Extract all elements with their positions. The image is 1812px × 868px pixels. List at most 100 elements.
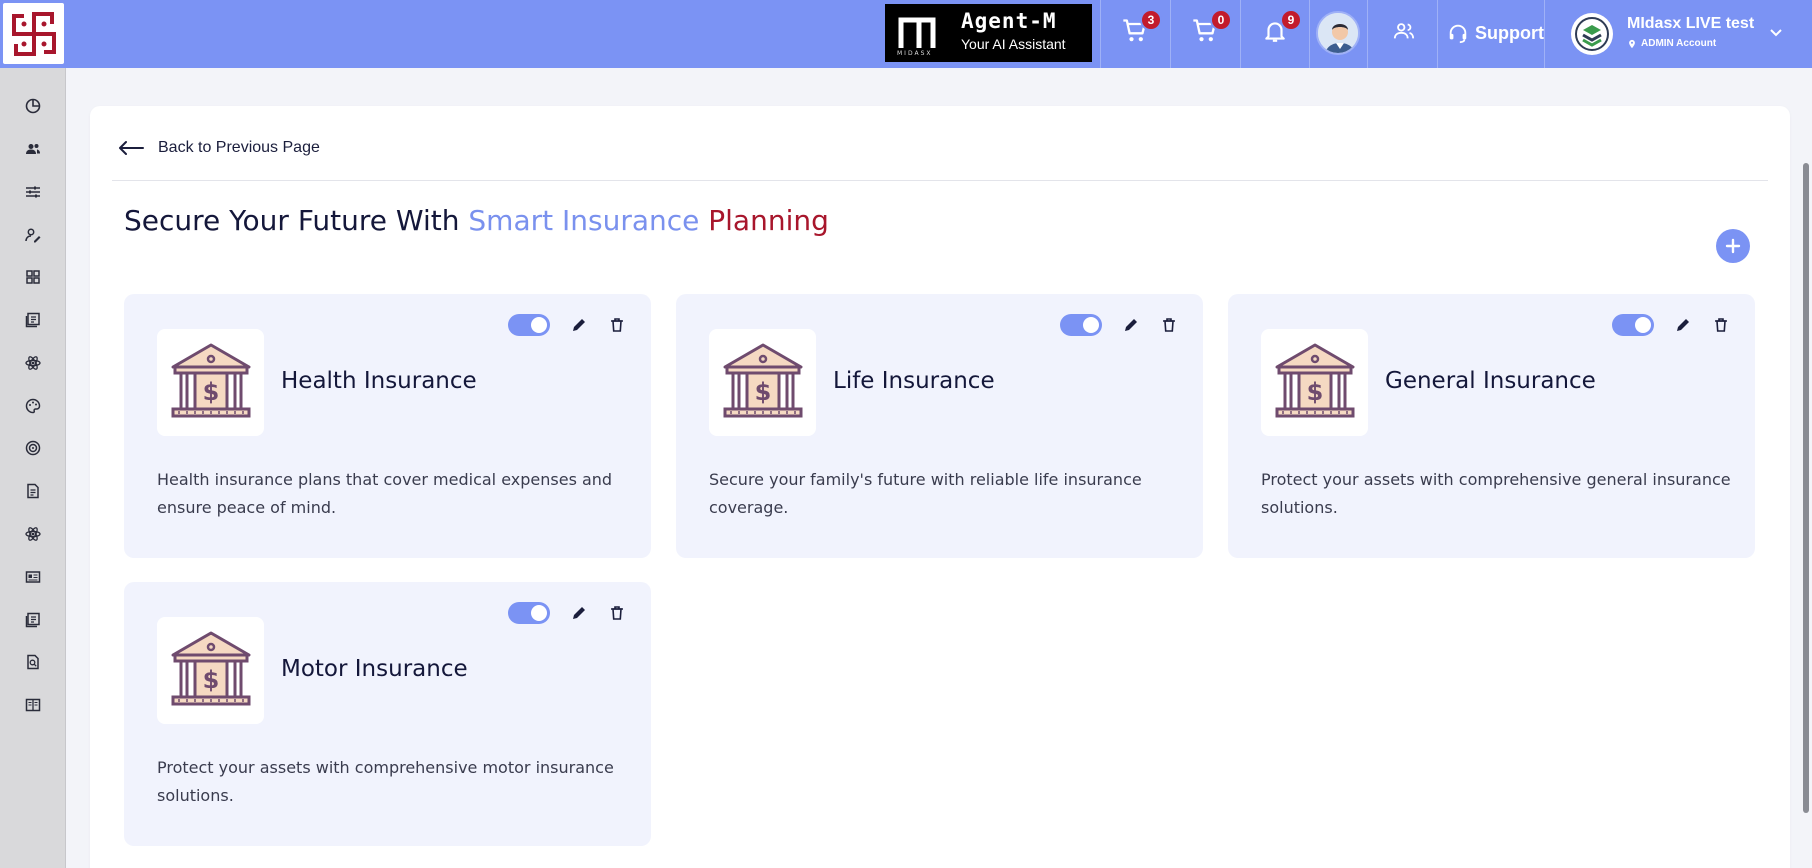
- account-logo[interactable]: [1571, 13, 1613, 55]
- cart-count-badge: 3: [1140, 9, 1162, 31]
- header-separator: [1170, 0, 1171, 68]
- card-title: Life Insurance: [833, 368, 995, 394]
- trash-icon: [611, 606, 623, 620]
- account-role-label: ADMIN Account: [1641, 38, 1717, 49]
- pencil-icon: [1125, 319, 1137, 331]
- header-separator: [1240, 0, 1241, 68]
- insurance-card-motor[interactable]: $ Motor Insurance Protect your assets wi…: [124, 582, 651, 846]
- sidebar-item-reports-2[interactable]: [21, 608, 45, 632]
- edit-button[interactable]: [1672, 314, 1694, 336]
- cart-button-2[interactable]: 0: [1188, 9, 1232, 48]
- enable-toggle[interactable]: [1612, 314, 1654, 336]
- cart-button[interactable]: 3: [1118, 9, 1162, 48]
- pencil-icon: [573, 319, 585, 331]
- header-separator: [1544, 0, 1545, 68]
- svg-text:$: $: [754, 378, 771, 406]
- insurance-card-life[interactable]: $ Life Insurance Secure your family's fu…: [676, 294, 1203, 558]
- bank-dollar-icon: $: [171, 631, 250, 705]
- bank-icon-tile: $: [157, 329, 264, 436]
- sidebar-item-theme[interactable]: [21, 394, 45, 418]
- user-avatar[interactable]: [1316, 11, 1360, 55]
- trash-icon: [1715, 318, 1727, 332]
- pie-chart-icon: [25, 98, 41, 114]
- midasx-mark-text: MIDASX: [897, 50, 933, 57]
- delete-button[interactable]: [1158, 314, 1180, 336]
- notifications-count-badge: 9: [1280, 9, 1302, 31]
- card-description: Protect your assets with comprehensive m…: [157, 758, 614, 805]
- sidebar-item-science[interactable]: [21, 351, 45, 375]
- sidebar-item-science-2[interactable]: [21, 522, 45, 546]
- agent-m-banner[interactable]: MIDASX Agent-M Your AI Assistant: [885, 4, 1092, 62]
- enable-toggle[interactable]: [508, 314, 550, 336]
- avatar-person-icon: [1318, 13, 1358, 53]
- users-icon: [26, 144, 40, 154]
- card-description: Protect your assets with comprehensive g…: [1261, 470, 1731, 517]
- headset-icon: [1449, 24, 1467, 44]
- sidebar-item-grid[interactable]: [21, 265, 45, 289]
- title-part-1: Secure Your Future With: [124, 204, 469, 237]
- bank-dollar-icon: $: [723, 343, 802, 417]
- book-icon: [25, 698, 41, 712]
- edit-button[interactable]: [568, 602, 590, 624]
- enable-toggle[interactable]: [1060, 314, 1102, 336]
- card-description: Health insurance plans that cover medica…: [157, 470, 613, 517]
- enable-toggle[interactable]: [508, 602, 550, 624]
- header-separator: [1437, 0, 1438, 68]
- add-insurance-button[interactable]: [1716, 229, 1750, 263]
- company-logo-icon: [1575, 17, 1609, 51]
- svg-text:$: $: [202, 378, 219, 406]
- card-title: Motor Insurance: [281, 656, 468, 682]
- back-button[interactable]: Back to Previous Page: [118, 136, 320, 160]
- user-edit-icon: [25, 228, 41, 243]
- sidebar-item-cards[interactable]: [21, 565, 45, 589]
- arrow-left-icon: [119, 141, 144, 155]
- sidebar-item-search-docs[interactable]: [21, 650, 45, 674]
- bank-icon-tile: $: [157, 617, 264, 724]
- insurance-card-general[interactable]: $ General Insurance Protect your assets …: [1228, 294, 1755, 558]
- title-part-3: Planning: [708, 204, 829, 237]
- sidebar-item-settings[interactable]: [21, 180, 45, 204]
- account-name[interactable]: MIdasx LIVE test: [1627, 15, 1754, 33]
- svg-text:$: $: [1306, 378, 1323, 406]
- delete-button[interactable]: [1710, 314, 1732, 336]
- plus-icon: [1725, 238, 1741, 254]
- support-label: Support: [1475, 22, 1544, 43]
- grid-icon: [26, 270, 40, 284]
- atom-icon: [25, 527, 41, 541]
- team-button[interactable]: [1387, 14, 1421, 48]
- header-separator: [1309, 0, 1310, 68]
- sidebar-item-profile[interactable]: [21, 223, 45, 247]
- midasx-mark-icon: [898, 17, 936, 48]
- edit-button[interactable]: [568, 314, 590, 336]
- report-icon: [25, 612, 40, 628]
- card-title: General Insurance: [1385, 368, 1596, 394]
- sidebar-item-library[interactable]: [21, 693, 45, 717]
- card-description: Secure your family's future with reliabl…: [709, 470, 1142, 517]
- edit-button[interactable]: [1120, 314, 1142, 336]
- trash-icon: [611, 318, 623, 332]
- delete-button[interactable]: [606, 314, 628, 336]
- report-icon: [25, 312, 40, 328]
- insurance-card-health[interactable]: $ Health Insurance Health insurance plan…: [124, 294, 651, 558]
- sidebar-item-reports[interactable]: [21, 308, 45, 332]
- atom-icon: [25, 356, 41, 370]
- sidebar-item-users[interactable]: [21, 137, 45, 161]
- top-header: MIDASX Agent-M Your AI Assistant 3 0 9 S…: [0, 0, 1812, 68]
- header-divider: [112, 180, 1768, 181]
- chevron-down-icon[interactable]: [1768, 24, 1784, 40]
- agent-subtitle: Your AI Assistant: [961, 36, 1066, 52]
- delete-button[interactable]: [606, 602, 628, 624]
- sidebar-item-goals[interactable]: [21, 436, 45, 460]
- support-button[interactable]: Support: [1447, 18, 1544, 48]
- sidebar-item-documents[interactable]: [21, 479, 45, 503]
- app-logo[interactable]: [3, 3, 64, 64]
- swastik-logo-icon: [11, 11, 56, 56]
- bank-icon-tile: $: [709, 329, 816, 436]
- sidebar-item-dashboard[interactable]: [21, 94, 45, 118]
- scrollbar-thumb[interactable]: [1803, 163, 1809, 813]
- sliders-icon: [26, 186, 40, 198]
- notifications-button[interactable]: 9: [1258, 9, 1302, 48]
- back-label: Back to Previous Page: [158, 139, 320, 156]
- svg-text:$: $: [202, 666, 219, 694]
- account-role: ADMIN Account: [1627, 38, 1716, 49]
